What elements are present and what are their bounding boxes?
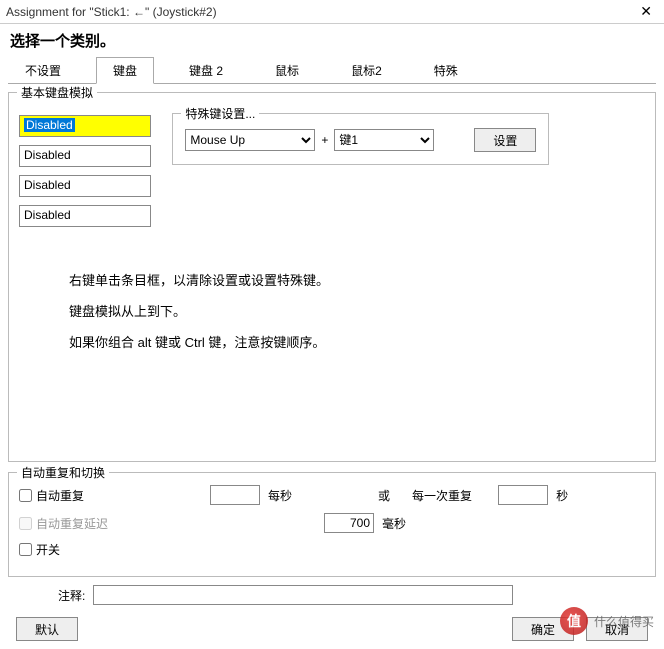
watermark-logo-icon: 值 [560,607,588,635]
per-repeat-label: 每一次重复 [412,487,472,504]
ms-label: 毫秒 [382,515,406,532]
key-slot-3[interactable]: Disabled [19,175,151,197]
key-slot-2[interactable]: Disabled [19,145,151,167]
hint-line-1: 右键单击条目框，以清除设置或设置特殊键。 [69,265,645,296]
tab-keyboard2[interactable]: 键盘 2 [172,57,240,83]
special-combo-2[interactable]: 键1 [334,129,434,151]
watermark: 值 什么值得买 [560,607,654,635]
tab-special[interactable]: 特殊 [417,57,475,83]
tab-strip: 不设置 键盘 键盘 2 鼠标 鼠标2 特殊 [8,57,656,84]
seconds-label: 秒 [556,487,568,504]
close-icon[interactable]: ✕ [634,3,658,20]
auto-repeat-title: 自动重复和切换 [17,464,109,481]
or-label: 或 [378,487,390,504]
special-combo-1[interactable]: Mouse Up [185,129,315,151]
key-slots: Disabled Disabled Disabled Disabled [19,115,151,235]
key-slot-4[interactable]: Disabled [19,205,151,227]
auto-repeat-group: 自动重复和切换 自动重复 每秒 或 每一次重复 秒 自动重复延迟 毫秒 [8,472,656,577]
default-button[interactable]: 默认 [16,617,78,641]
key-slot-1[interactable]: Disabled [19,115,151,137]
special-key-title: 特殊键设置... [181,105,259,122]
tab-mouse[interactable]: 鼠标 [258,57,316,83]
tab-keyboard[interactable]: 键盘 [96,57,154,84]
tab-mouse2[interactable]: 鼠标2 [334,57,399,83]
per-repeat-input[interactable] [498,485,548,505]
hint-line-2: 键盘模拟从上到下。 [69,296,645,327]
auto-repeat-check-input[interactable] [19,489,32,502]
hint-line-3: 如果你组合 alt 键或 Ctrl 键，注意按键顺序。 [69,327,645,358]
auto-repeat-delay-checkbox: 自动重复延迟 [19,515,108,532]
titlebar: Assignment for "Stick1: ←" (Joystick#2) … [0,0,664,24]
tab-none[interactable]: 不设置 [8,57,78,83]
auto-repeat-checkbox[interactable]: 自动重复 [19,487,84,504]
per-second-input[interactable] [210,485,260,505]
window-title: Assignment for "Stick1: ←" (Joystick#2) [6,5,634,19]
switch-checkbox[interactable]: 开关 [19,541,60,558]
special-key-group: 特殊键设置... Mouse Up + 键1 设置 [172,113,549,165]
comment-label: 注释: [58,587,85,604]
watermark-text: 什么值得买 [594,613,654,630]
per-second-label: 每秒 [268,487,292,504]
hint-text: 右键单击条目框，以清除设置或设置特殊键。 键盘模拟从上到下。 如果你组合 alt… [69,265,645,359]
basic-keyboard-title: 基本键盘模拟 [17,84,97,101]
set-button[interactable]: 设置 [474,128,536,152]
basic-keyboard-group: 基本键盘模拟 Disabled Disabled Disabled Disabl… [8,92,656,462]
auto-repeat-delay-check-input [19,517,32,530]
comment-input[interactable] [93,585,513,605]
switch-check-input[interactable] [19,543,32,556]
delay-input[interactable] [324,513,374,533]
page-heading: 选择一个类别。 [10,30,656,51]
plus-label: + [321,133,328,147]
